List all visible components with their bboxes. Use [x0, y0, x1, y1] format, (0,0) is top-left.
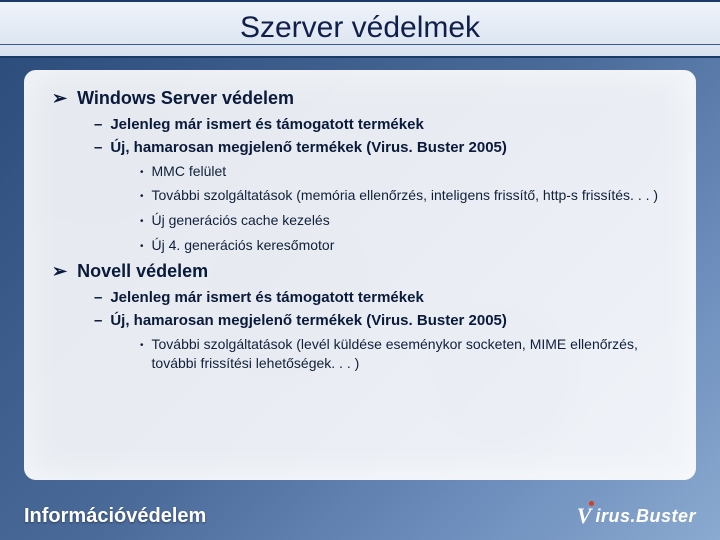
divider [0, 0, 720, 2]
lvl3-text: További szolgáltatások (levél küldése es… [152, 335, 674, 373]
footer: Információvédelem Virus.Buster [0, 492, 720, 540]
list-item: • Új generációs cache kezelés [140, 211, 674, 230]
bullet-icon: • [140, 339, 144, 353]
logo-text: irus.Buster [595, 506, 696, 527]
dash-icon: – [94, 289, 102, 306]
bullet-icon: • [140, 166, 144, 180]
arrow-icon: ➢ [52, 88, 67, 110]
lvl1-text: Novell védelem [77, 261, 208, 282]
footer-title: Információvédelem [24, 505, 206, 528]
lvl2-text: Új, hamarosan megjelenő termékek (Virus.… [110, 139, 507, 156]
lvl1-text: Windows Server védelem [77, 88, 294, 109]
lvl2-text: Jelenleg már ismert és támogatott termék… [110, 289, 423, 306]
slide-title: Szerver védelmek [240, 11, 480, 45]
list-item: • További szolgáltatások (memória ellenő… [140, 186, 674, 205]
list-item: • Új 4. generációs keresőmotor [140, 236, 674, 255]
dash-icon: – [94, 116, 102, 133]
list-item: • MMC felület [140, 162, 674, 181]
list-item: – Jelenleg már ismert és támogatott term… [94, 289, 674, 306]
lvl2-text: Új, hamarosan megjelenő termékek (Virus.… [110, 312, 507, 329]
title-bar: Szerver védelmek [0, 0, 720, 58]
bullet-icon: • [140, 240, 144, 254]
list-item: – Új, hamarosan megjelenő termékek (Viru… [94, 312, 674, 329]
dash-icon: – [94, 139, 102, 156]
arrow-icon: ➢ [52, 261, 67, 283]
list-item: – Jelenleg már ismert és támogatott term… [94, 116, 674, 133]
lvl3-text: További szolgáltatások (memória ellenőrz… [152, 186, 659, 205]
divider [0, 44, 720, 45]
lvl3-text: Új 4. generációs keresőmotor [152, 236, 335, 255]
list-item: – Új, hamarosan megjelenő termékek (Viru… [94, 139, 674, 156]
lvl3-text: MMC felület [152, 162, 227, 181]
slide: Szerver védelmek ➢ Windows Server védele… [0, 0, 720, 540]
lvl2-text: Jelenleg már ismert és támogatott termék… [110, 116, 423, 133]
logo: Virus.Buster [577, 503, 696, 529]
bullet-icon: • [140, 215, 144, 229]
list-item: • További szolgáltatások (levél küldése … [140, 335, 674, 373]
list-item: ➢ Novell védelem [52, 261, 674, 283]
logo-v: V [577, 503, 592, 529]
content-panel: ➢ Windows Server védelem – Jelenleg már … [24, 70, 696, 480]
dash-icon: – [94, 312, 102, 329]
list-item: ➢ Windows Server védelem [52, 88, 674, 110]
bullet-icon: • [140, 190, 144, 204]
lvl3-text: Új generációs cache kezelés [152, 211, 330, 230]
